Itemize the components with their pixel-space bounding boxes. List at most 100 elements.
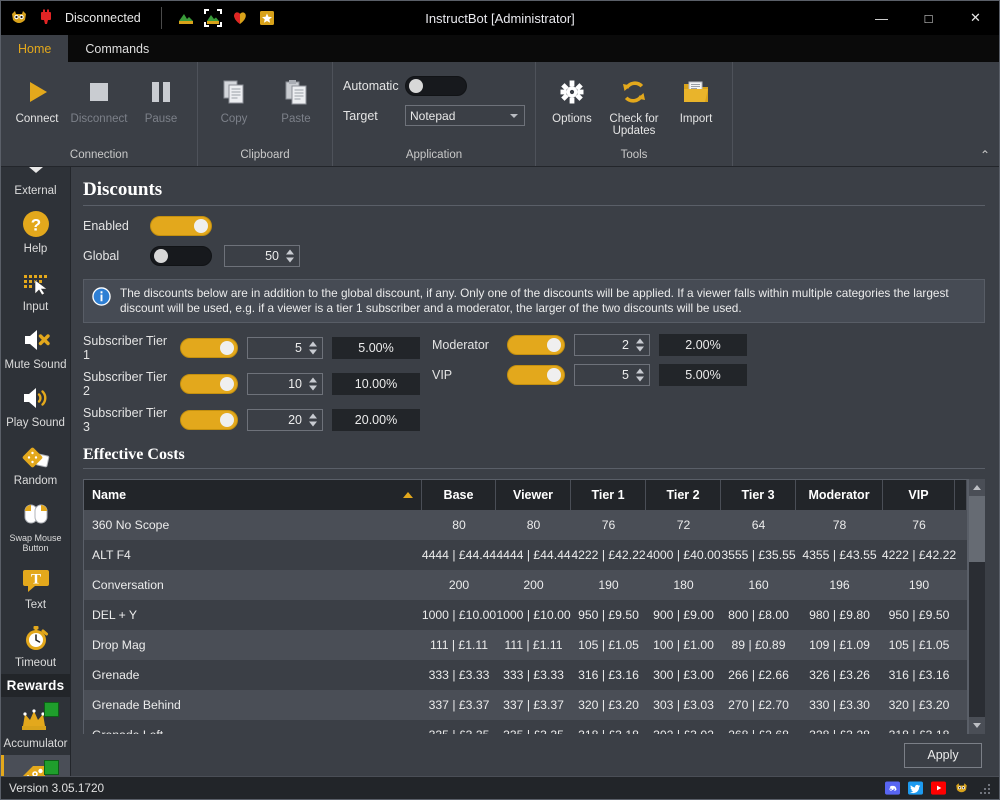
maximize-button[interactable]: □	[905, 1, 952, 35]
table-row[interactable]: Drop Mag 111 | £1.11 111 | £1.11 105 | £…	[84, 630, 967, 660]
stepper-down-icon	[636, 376, 644, 382]
cell-tier2: 4000 | £40.00	[646, 548, 721, 562]
refresh-icon	[617, 75, 651, 109]
sidebar-item-play-sound[interactable]: Play Sound	[1, 376, 70, 434]
column-header-tier3[interactable]: Tier 3	[721, 480, 796, 510]
cell-moderator: 78	[832, 518, 847, 532]
enabled-toggle[interactable]	[150, 216, 212, 236]
column-header-moderator[interactable]: Moderator	[796, 480, 883, 510]
favourite-heart-icon[interactable]	[230, 8, 250, 28]
table-row[interactable]: Conversation 200 200 190 180 160 196 190	[84, 570, 967, 600]
stepper-arrows[interactable]	[309, 377, 317, 391]
sidebar-item-external[interactable]: External	[1, 167, 70, 202]
sidebar-item-accumulator[interactable]: Accumulator	[1, 697, 70, 755]
twitter-icon[interactable]	[907, 781, 923, 796]
cell-tier3: 270 | £2.70	[728, 698, 789, 712]
sidebar-item-label: Play Sound	[6, 417, 65, 429]
check-for-updates-button[interactable]: Check for Updates	[604, 69, 664, 137]
column-header-base[interactable]: Base	[422, 480, 496, 510]
close-button[interactable]: ✕	[952, 1, 999, 35]
sidebar-item-help[interactable]: ? Help	[1, 202, 70, 260]
tier1-toggle[interactable]	[180, 338, 238, 358]
scroll-up-button[interactable]	[969, 479, 985, 496]
scroll-down-button[interactable]	[969, 717, 985, 734]
tier3-stepper[interactable]: 20	[247, 409, 323, 431]
sidebar-item-input[interactable]: Input	[1, 260, 70, 318]
cell-spacer	[955, 510, 967, 540]
table-row[interactable]: Grenade Left 335 | £3.35 335 | £3.35 318…	[84, 720, 967, 734]
column-header-vip[interactable]: VIP	[883, 480, 955, 510]
tab-commands[interactable]: Commands	[68, 35, 166, 62]
pause-button[interactable]: Pause	[131, 69, 191, 125]
global-stepper[interactable]: 50	[224, 245, 300, 267]
scrollbar-track[interactable]	[969, 496, 985, 717]
status-bar: Version 3.05.1720	[1, 776, 999, 799]
sidebar-item-mute-sound[interactable]: Mute Sound	[1, 318, 70, 376]
apply-button[interactable]: Apply	[904, 742, 982, 768]
scrollbar-thumb[interactable]	[969, 496, 985, 562]
sidebar-item-random[interactable]: Random	[1, 434, 70, 492]
import-button[interactable]: Import	[666, 69, 726, 125]
column-header-name[interactable]: Name	[84, 480, 422, 510]
stepper-arrows[interactable]	[309, 413, 317, 427]
column-header-spacer	[955, 480, 967, 510]
cell-tier2: 900 | £9.00	[653, 608, 714, 622]
collapse-ribbon-button[interactable]: ⌃	[980, 148, 990, 162]
tab-home[interactable]: Home	[1, 35, 69, 62]
target-dropdown[interactable]: Notepad	[405, 105, 525, 126]
cell-tier2: 72	[676, 518, 691, 532]
table-vertical-scrollbar[interactable]	[968, 479, 985, 734]
overlay-icon[interactable]	[176, 8, 196, 28]
capture-region-icon[interactable]	[203, 8, 223, 28]
tier2-stepper[interactable]: 10	[247, 373, 323, 395]
disconnect-button[interactable]: Disconnect	[69, 69, 129, 125]
sidebar-item-discounts[interactable]: Discounts	[1, 755, 70, 776]
cell-tier1: 318 | £3.18	[571, 720, 646, 734]
moderator-stepper[interactable]: 2	[574, 334, 650, 356]
connect-button[interactable]: Connect	[7, 69, 67, 125]
table-row[interactable]: Grenade Behind 337 | £3.37 337 | £3.37 3…	[84, 690, 967, 720]
stepper-up-icon	[309, 377, 317, 383]
copy-icon	[217, 75, 251, 109]
column-header-tier1[interactable]: Tier 1	[571, 480, 646, 510]
stepper-arrows[interactable]	[286, 249, 294, 263]
column-header-viewer[interactable]: Viewer	[496, 480, 571, 510]
sidebar-item-timeout[interactable]: Timeout	[1, 616, 70, 674]
vip-toggle[interactable]	[507, 365, 565, 385]
options-button[interactable]: Options	[542, 69, 602, 125]
minimize-button[interactable]: —	[858, 1, 905, 35]
sidebar[interactable]: External ? Help Input Mute Sound Play So…	[1, 167, 71, 776]
info-text: The discounts below are in addition to t…	[120, 286, 949, 315]
stepper-arrows[interactable]	[636, 338, 644, 352]
table-row[interactable]: Grenade 333 | £3.33 333 | £3.33 316 | £3…	[84, 660, 967, 690]
sidebar-item-swap-mouse-button[interactable]: Swap Mouse Button	[1, 492, 70, 558]
sidebar-item-text[interactable]: T Text	[1, 558, 70, 616]
instructbot-icon[interactable]	[953, 781, 969, 796]
table-row[interactable]: ALT F4 4444 | £44.44 4444 | £44.44 4222 …	[84, 540, 967, 570]
automatic-toggle[interactable]	[405, 76, 467, 96]
disconnect-label: Disconnect	[70, 113, 128, 125]
cell-base: 4444 | £44.44	[421, 548, 497, 562]
tier2-toggle[interactable]	[180, 374, 238, 394]
cell-base: 200	[448, 578, 470, 592]
stepper-arrows[interactable]	[636, 368, 644, 382]
paste-button[interactable]: Paste	[266, 69, 326, 125]
copy-button[interactable]: Copy	[204, 69, 264, 125]
star-bookmark-icon[interactable]	[257, 8, 277, 28]
disconnected-plug-icon[interactable]	[36, 8, 56, 28]
table-row[interactable]: 360 No Scope 80 80 76 72 64 78 76	[84, 510, 967, 540]
youtube-icon[interactable]	[930, 781, 946, 796]
cell-tier3: 89 | £0.89	[731, 638, 786, 652]
stepper-arrows[interactable]	[309, 341, 317, 355]
discord-icon[interactable]	[884, 781, 900, 796]
moderator-toggle[interactable]	[507, 335, 565, 355]
tier3-toggle[interactable]	[180, 410, 238, 430]
stepper-down-icon	[309, 385, 317, 391]
resize-grip-icon[interactable]	[978, 782, 990, 794]
column-header-tier2[interactable]: Tier 2	[646, 480, 721, 510]
cell-viewer: 80	[526, 518, 541, 532]
table-row[interactable]: DEL + Y 1000 | £10.00 1000 | £10.00 950 …	[84, 600, 967, 630]
vip-stepper[interactable]: 5	[574, 364, 650, 386]
tier1-stepper[interactable]: 5	[247, 337, 323, 359]
global-toggle[interactable]	[150, 246, 212, 266]
